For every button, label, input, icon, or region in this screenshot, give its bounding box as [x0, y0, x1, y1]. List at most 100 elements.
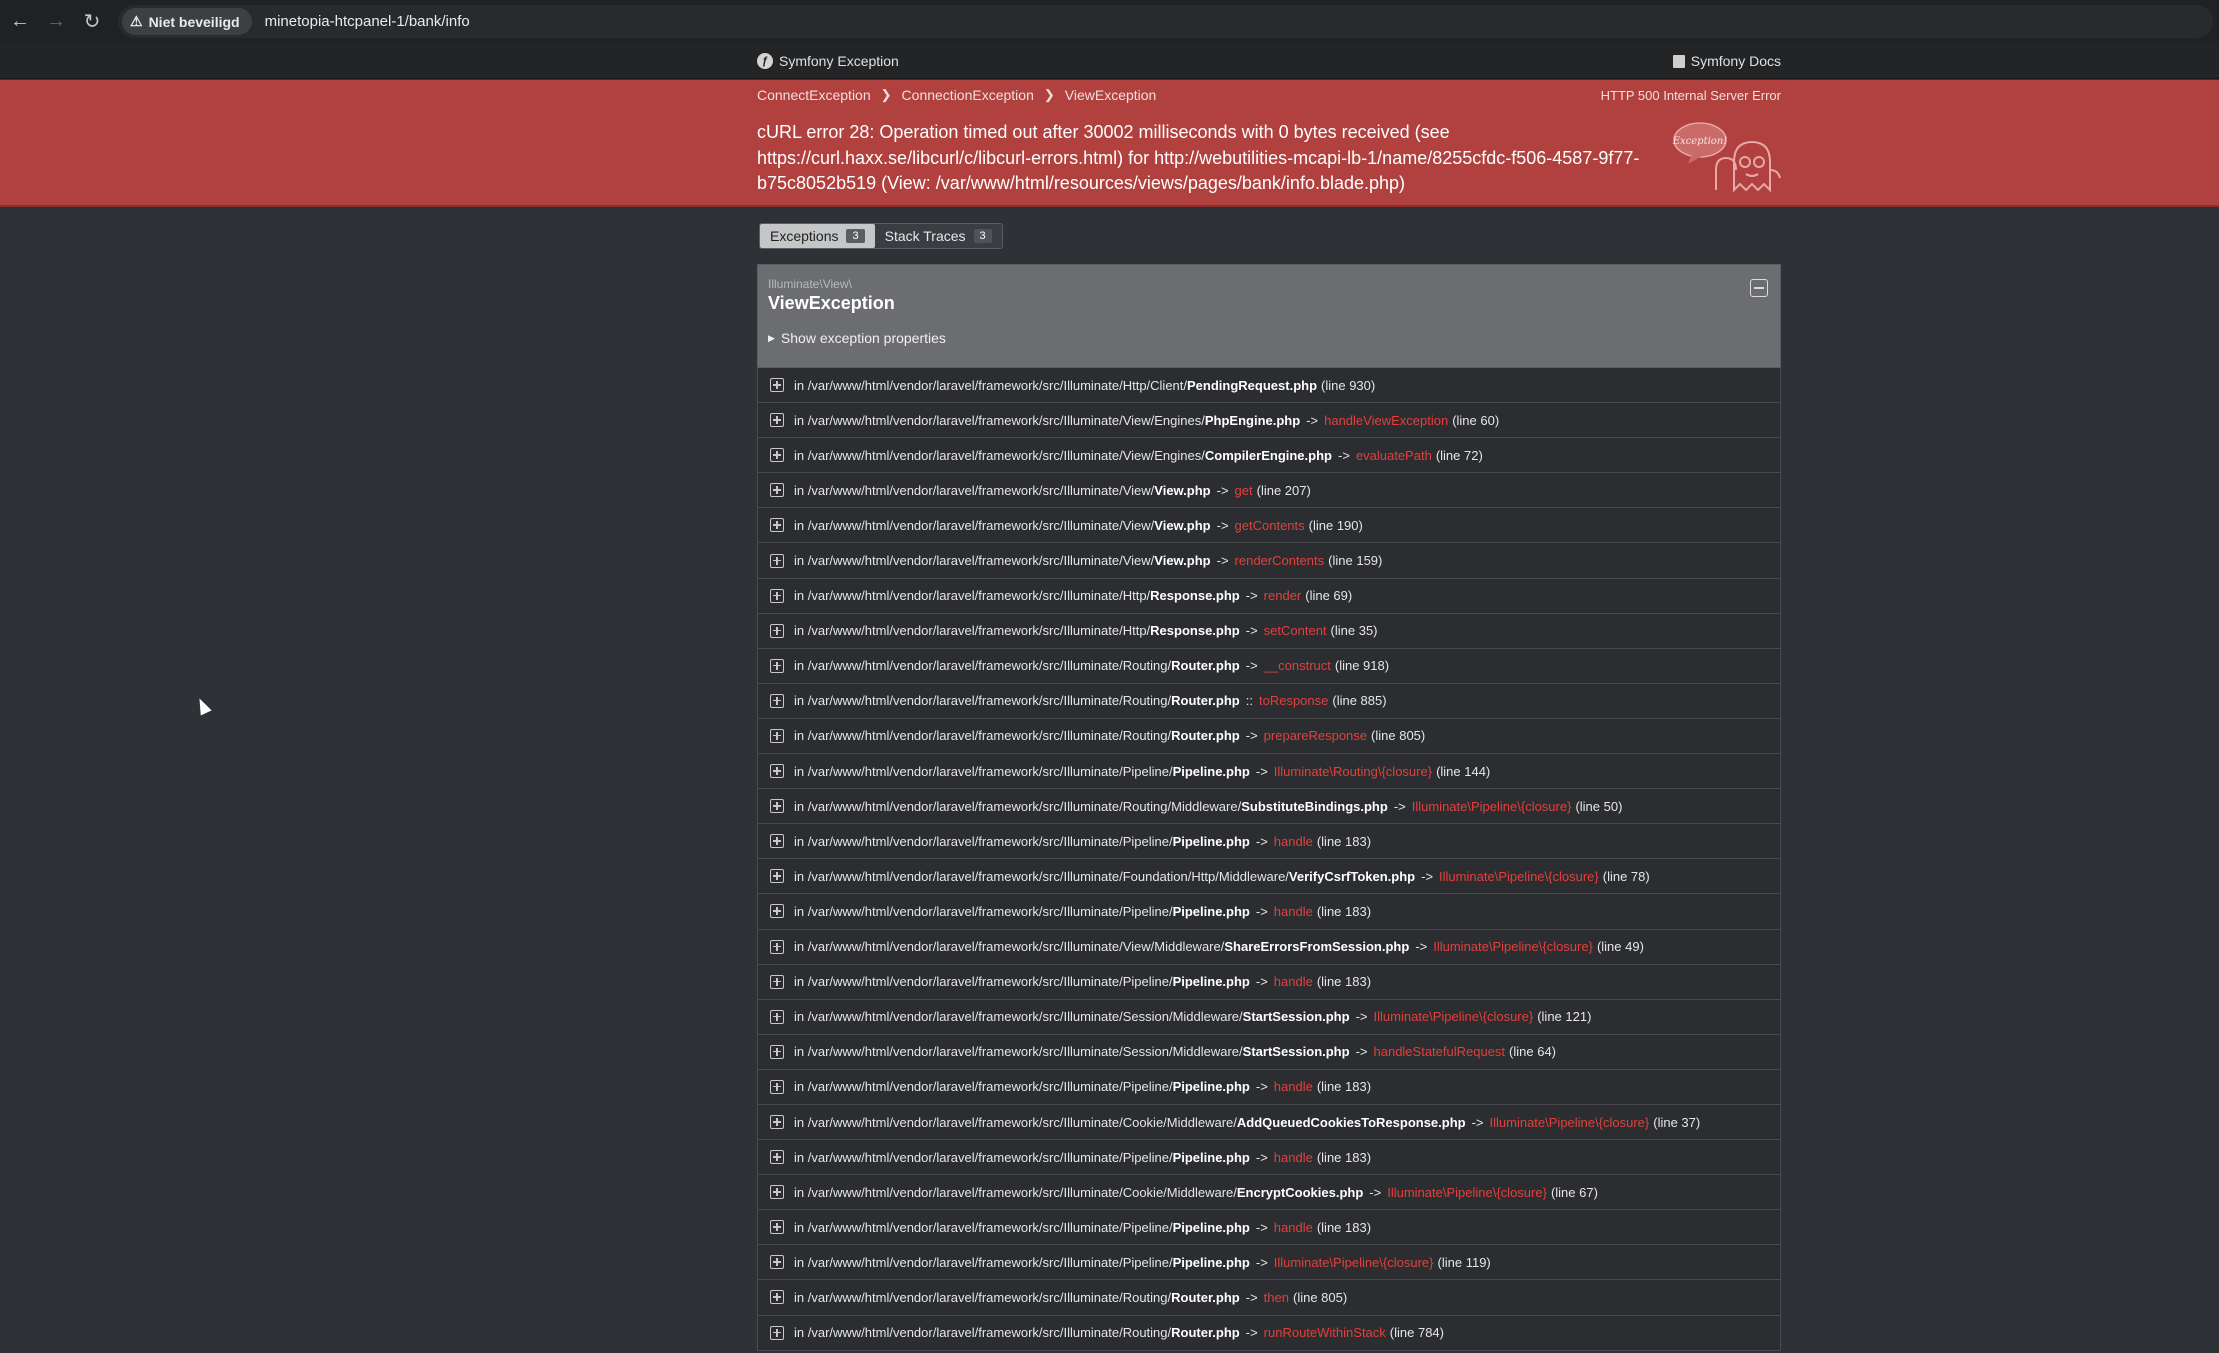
trace-file: Pipeline.php [1172, 1079, 1250, 1095]
plus-square-icon[interactable] [770, 939, 784, 954]
trace-line[interactable]: in /var/www/html/vendor/laravel/framewor… [758, 789, 1780, 825]
trace-line[interactable]: in /var/www/html/vendor/laravel/framewor… [758, 1316, 1780, 1351]
trace-file: Router.php [1171, 693, 1240, 709]
trace-dir: in /var/www/html/vendor/laravel/framewor… [794, 763, 1173, 779]
trace-line[interactable]: in /var/www/html/vendor/laravel/framewor… [758, 1280, 1780, 1316]
trace-separator: -> [1255, 974, 1268, 990]
trace-line[interactable]: in /var/www/html/vendor/laravel/framewor… [758, 719, 1780, 755]
plus-square-icon[interactable] [770, 904, 784, 919]
trace-line[interactable]: in /var/www/html/vendor/laravel/framewor… [758, 1105, 1780, 1141]
trace-line[interactable]: in /var/www/html/vendor/laravel/framewor… [758, 1245, 1780, 1281]
trace-separator: -> [1415, 939, 1428, 955]
plus-square-icon[interactable] [770, 1009, 784, 1024]
tab-label: Stack Traces [884, 228, 966, 244]
plus-square-icon[interactable] [770, 378, 784, 393]
crumb-connect-exception[interactable]: ConnectException [757, 87, 871, 103]
trace-line[interactable]: in /var/www/html/vendor/laravel/framewor… [758, 1140, 1780, 1176]
trace-line[interactable]: in /var/www/html/vendor/laravel/framewor… [758, 368, 1780, 404]
trace-line[interactable]: in /var/www/html/vendor/laravel/framewor… [758, 649, 1780, 684]
reload-icon[interactable]: ↻ [74, 4, 110, 40]
plus-square-icon[interactable] [770, 518, 784, 533]
plus-square-icon[interactable] [770, 1115, 784, 1130]
plus-square-icon[interactable] [770, 1044, 784, 1059]
plus-square-icon[interactable] [770, 799, 784, 814]
trace-dir: in /var/www/html/vendor/laravel/framewor… [794, 974, 1173, 990]
plus-square-icon[interactable] [770, 588, 784, 603]
trace-line[interactable]: in /var/www/html/vendor/laravel/framewor… [758, 473, 1780, 509]
plus-square-icon[interactable] [770, 728, 784, 743]
plus-square-icon[interactable] [770, 483, 784, 498]
symfony-logo-icon: ƒ [757, 53, 773, 69]
trace-file: Router.php [1171, 728, 1240, 744]
trace-line[interactable]: in /var/www/html/vendor/laravel/framewor… [758, 403, 1780, 439]
trace-line[interactable]: in /var/www/html/vendor/laravel/framewor… [758, 1210, 1780, 1246]
plus-square-icon[interactable] [770, 1185, 784, 1200]
trace-line[interactable]: in /var/www/html/vendor/laravel/framewor… [758, 859, 1780, 895]
tab-exceptions[interactable]: Exceptions 3 [760, 224, 875, 248]
trace-line[interactable]: in /var/www/html/vendor/laravel/framewor… [758, 614, 1780, 649]
plus-square-icon[interactable] [770, 1220, 784, 1235]
trace-function: renderContents [1234, 553, 1325, 569]
back-arrow-icon[interactable]: ← [2, 4, 38, 40]
trace-line[interactable]: in /var/www/html/vendor/laravel/framewor… [758, 824, 1780, 860]
security-chip[interactable]: ⚠ Niet beveiligd [122, 8, 252, 35]
trace-line-number: (line 930) [1321, 377, 1376, 393]
trace-line[interactable]: in /var/www/html/vendor/laravel/framewor… [758, 579, 1780, 614]
trace-line[interactable]: in /var/www/html/vendor/laravel/framewor… [758, 1175, 1780, 1211]
mouse-cursor-icon [194, 695, 212, 716]
count-badge: 3 [846, 229, 865, 243]
crumb-connection-exception[interactable]: ConnectionException [902, 87, 1034, 103]
plus-square-icon[interactable] [770, 764, 784, 779]
plus-square-icon[interactable] [770, 834, 784, 849]
trace-line[interactable]: in /var/www/html/vendor/laravel/framewor… [758, 438, 1780, 474]
trace-function: then [1263, 1289, 1289, 1305]
trace-dir: in /var/www/html/vendor/laravel/framewor… [794, 412, 1205, 428]
trace-line[interactable]: in /var/www/html/vendor/laravel/framewor… [758, 894, 1780, 930]
trace-line[interactable]: in /var/www/html/vendor/laravel/framewor… [758, 543, 1780, 579]
plus-square-icon[interactable] [770, 448, 784, 463]
trace-function: Illuminate\Pipeline\{closure} [1439, 868, 1599, 884]
plus-square-icon[interactable] [770, 623, 784, 638]
plus-square-icon[interactable] [770, 413, 784, 428]
plus-square-icon[interactable] [770, 1325, 784, 1340]
trace-function: handleViewException [1324, 412, 1449, 428]
trace-line[interactable]: in /var/www/html/vendor/laravel/framewor… [758, 1070, 1780, 1105]
plus-square-icon[interactable] [770, 553, 784, 568]
plus-square-icon[interactable] [770, 1255, 784, 1270]
trace-dir: in /var/www/html/vendor/laravel/framewor… [794, 482, 1155, 498]
trace-head[interactable]: Illuminate\View\ ViewException ▶ Show ex… [757, 264, 1781, 368]
trace-line[interactable]: in /var/www/html/vendor/laravel/framewor… [758, 930, 1780, 965]
plus-square-icon[interactable] [770, 1150, 784, 1165]
trace-dir: in /var/www/html/vendor/laravel/framewor… [794, 903, 1173, 919]
plus-square-icon[interactable] [770, 693, 784, 708]
forward-arrow-icon[interactable]: → [38, 4, 74, 40]
address-bar[interactable]: ⚠ Niet beveiligd minetopia-htcpanel-1/ba… [118, 5, 2213, 38]
trace-line[interactable]: in /var/www/html/vendor/laravel/framewor… [758, 684, 1780, 719]
trace-line-number: (line 64) [1509, 1044, 1557, 1060]
trace-line[interactable]: in /var/www/html/vendor/laravel/framewor… [758, 508, 1780, 544]
book-icon [1672, 54, 1685, 68]
trace-line-number: (line 885) [1332, 693, 1387, 709]
trace-line[interactable]: in /var/www/html/vendor/laravel/framewor… [758, 1000, 1780, 1035]
url-text[interactable]: minetopia-htcpanel-1/bank/info [265, 13, 470, 30]
show-properties-toggle[interactable]: ▶ Show exception properties [768, 330, 946, 346]
docs-label[interactable]: Symfony Docs [1691, 53, 1781, 69]
tab-stack-traces[interactable]: Stack Traces 3 [875, 224, 1002, 248]
plus-square-icon[interactable] [770, 1079, 784, 1094]
trace-separator: -> [1369, 1184, 1382, 1200]
plus-square-icon[interactable] [770, 974, 784, 989]
trace-line[interactable]: in /var/www/html/vendor/laravel/framewor… [758, 754, 1780, 790]
collapse-icon[interactable] [1750, 279, 1768, 297]
trace-dir: in /var/www/html/vendor/laravel/framewor… [794, 623, 1151, 639]
plus-square-icon[interactable] [770, 1290, 784, 1305]
crumb-view-exception[interactable]: ViewException [1065, 87, 1157, 103]
trace-file: View.php [1154, 482, 1211, 498]
trace-file: CompilerEngine.php [1204, 447, 1332, 463]
trace-line[interactable]: in /var/www/html/vendor/laravel/framewor… [758, 1035, 1780, 1070]
trace-line-number: (line 72) [1435, 447, 1483, 463]
trace-dir: in /var/www/html/vendor/laravel/framewor… [794, 868, 1289, 884]
plus-square-icon[interactable] [770, 658, 784, 673]
symfony-docs-link[interactable]: Symfony Docs [1672, 53, 1781, 69]
plus-square-icon[interactable] [770, 869, 784, 884]
trace-line[interactable]: in /var/www/html/vendor/laravel/framewor… [758, 965, 1780, 1000]
